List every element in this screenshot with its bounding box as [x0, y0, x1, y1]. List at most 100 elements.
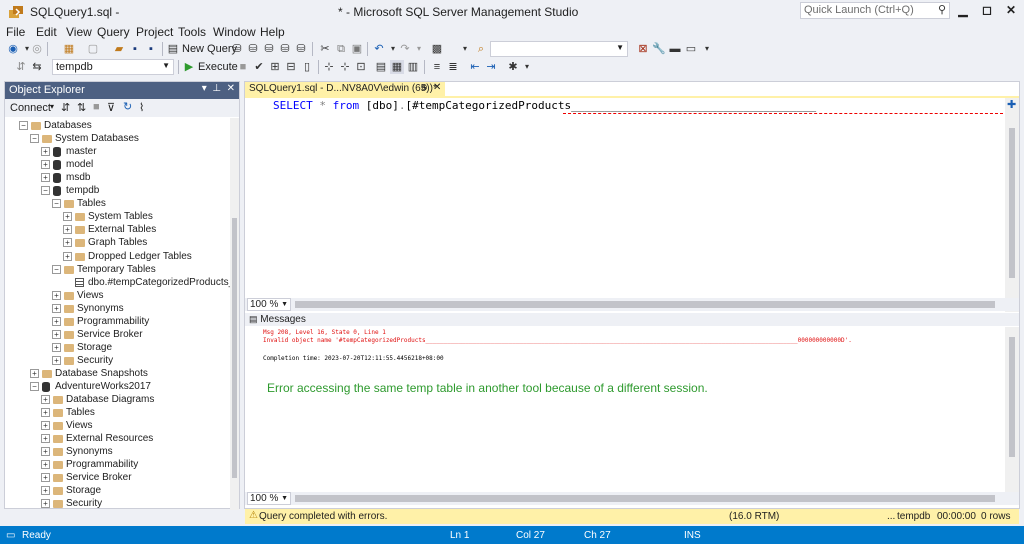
change-connection-icon[interactable]: ⇆	[30, 60, 44, 74]
expand-icon[interactable]: +	[41, 460, 50, 470]
execute-button[interactable]: Execute	[198, 61, 238, 73]
toolbox-icon[interactable]: ▬	[668, 42, 682, 56]
stop-icon[interactable]: ■	[93, 101, 100, 113]
expand-icon[interactable]: +	[63, 212, 72, 222]
collapse-icon[interactable]: −	[52, 199, 61, 209]
tree-item[interactable]: + Security	[5, 497, 231, 510]
expand-icon[interactable]: +	[41, 408, 50, 418]
minimize-button[interactable]: ▁	[952, 3, 974, 21]
stop-icon[interactable]: ■	[236, 60, 250, 74]
chevron-down-icon[interactable]: ▾	[50, 102, 54, 111]
menu-tools[interactable]: Tools	[178, 25, 206, 39]
collapse-icon[interactable]: −	[52, 264, 61, 274]
expand-icon[interactable]: +	[41, 447, 50, 457]
menu-view[interactable]: View	[66, 25, 92, 39]
chevron-down-icon[interactable]: ▾	[458, 42, 472, 56]
new-query-button[interactable]: New Query	[182, 43, 237, 55]
results-to-file-icon[interactable]: ▥	[406, 60, 420, 74]
properties-icon[interactable]: ⊠	[636, 42, 650, 56]
undo-icon[interactable]: ↶	[372, 42, 386, 56]
menu-project[interactable]: Project	[136, 25, 173, 39]
messages-zoom-select[interactable]: 100 % ▼	[247, 492, 291, 505]
copy-icon[interactable]: ⧉	[334, 42, 348, 56]
filter-icon[interactable]: ⊽	[107, 101, 115, 114]
tree-item[interactable]: + Synonyms	[5, 445, 231, 458]
tree-item[interactable]: dbo.#tempCategorizedProducts___	[5, 276, 231, 289]
forward-icon[interactable]: ◎	[30, 42, 44, 56]
dax-query-icon[interactable]: ⛁	[294, 42, 308, 56]
tree-item[interactable]: − Temporary Tables	[5, 263, 231, 276]
tree-item[interactable]: − AdventureWorks2017	[5, 380, 231, 393]
save-all-icon[interactable]: ▪	[144, 42, 158, 56]
wrench-icon[interactable]: 🔧	[652, 42, 666, 56]
messages-hscrollbar[interactable]	[295, 495, 995, 502]
tree-item[interactable]: − Tables	[5, 197, 231, 210]
query-designer-icon[interactable]: ⊟	[284, 60, 298, 74]
database-select[interactable]: tempdb ▼	[52, 59, 174, 75]
window-layout-icon[interactable]: ▩	[430, 42, 444, 56]
object-explorer-scrollbar[interactable]	[230, 118, 239, 510]
expand-icon[interactable]: +	[41, 434, 50, 444]
tree-item[interactable]: + Security	[5, 354, 231, 367]
dmx-query-icon[interactable]: ⛁	[262, 42, 276, 56]
menu-query[interactable]: Query	[97, 25, 130, 39]
back-icon[interactable]: ◉	[6, 42, 20, 56]
redo-dropdown-icon[interactable]: ▾	[412, 42, 426, 56]
uncomment-icon[interactable]: ≣	[446, 60, 460, 74]
chevron-down-icon[interactable]: ▾	[520, 60, 534, 74]
expand-icon[interactable]: +	[63, 225, 72, 235]
window-icon[interactable]: ▭	[684, 42, 698, 56]
panel-controls[interactable]: ▾ ⊥ ✕	[202, 83, 235, 94]
collapse-icon[interactable]: −	[19, 121, 28, 130]
tree-item[interactable]: + Graph Tables	[5, 236, 231, 249]
expand-icon[interactable]: +	[52, 290, 61, 300]
specify-values-icon[interactable]: ✱	[506, 60, 520, 74]
tree-item[interactable]: + Views	[5, 289, 231, 302]
expand-icon[interactable]: +	[41, 473, 50, 483]
tree-item[interactable]: + master	[5, 145, 231, 158]
split-icon[interactable]: ✚	[1007, 98, 1016, 111]
close-window-button[interactable]: ✕	[1000, 3, 1022, 21]
connect-icon[interactable]: ⇵	[14, 60, 28, 74]
tree-item[interactable]: + Dropped Ledger Tables	[5, 250, 231, 263]
expand-icon[interactable]: +	[52, 355, 61, 365]
tree-item[interactable]: + Programmability	[5, 315, 231, 328]
new-query-icon[interactable]: ▤	[166, 42, 180, 56]
execute-icon[interactable]: ▶	[182, 60, 196, 74]
pin-icon[interactable]: ⊕	[421, 83, 428, 92]
results-to-grid-icon[interactable]: ▦	[390, 60, 404, 74]
tree-item[interactable]: + Programmability	[5, 458, 231, 471]
tree-item[interactable]: + Database Diagrams	[5, 393, 231, 406]
actual-plan-icon[interactable]: ⊹	[322, 60, 336, 74]
tree-item[interactable]: + External Tables	[5, 223, 231, 236]
mdx-query-icon[interactable]: ⛁	[246, 42, 260, 56]
expand-icon[interactable]: +	[41, 395, 50, 405]
db-query-icon[interactable]: ⛁	[230, 42, 244, 56]
tree-item[interactable]: + Database Snapshots	[5, 367, 231, 380]
expand-icon[interactable]: +	[41, 173, 50, 183]
messages-scrollbar[interactable]	[1005, 327, 1019, 493]
decrease-indent-icon[interactable]: ⇤	[468, 60, 482, 74]
expand-icon[interactable]: +	[63, 238, 72, 248]
sql-code-line[interactable]: SELECT * from [dbo].[#tempCategorizedPro…	[273, 99, 816, 112]
client-stats-icon[interactable]: ⊡	[354, 60, 368, 74]
results-to-text-icon[interactable]: ▤	[374, 60, 388, 74]
expand-icon[interactable]: +	[30, 368, 39, 378]
menu-edit[interactable]: Edit	[36, 25, 57, 39]
maximize-button[interactable]: ◻	[976, 3, 998, 21]
expand-icon[interactable]: +	[41, 421, 50, 431]
menu-help[interactable]: Help	[260, 25, 285, 39]
collapse-icon[interactable]: −	[41, 186, 50, 196]
editor-scrollbar[interactable]: ✚	[1005, 98, 1019, 312]
connect-icon[interactable]: ⇵	[61, 101, 70, 114]
paste-icon[interactable]: ▣	[350, 42, 364, 56]
collapse-icon[interactable]: −	[30, 134, 39, 144]
editor-hscrollbar[interactable]	[295, 301, 995, 308]
messages-output[interactable]: Msg 208, Level 16, State 0, Line 1 Inval…	[245, 327, 1019, 493]
expand-icon[interactable]: +	[52, 316, 61, 326]
editor-zoom-select[interactable]: 100 % ▼	[247, 298, 291, 311]
cut-icon[interactable]: ✂	[318, 42, 332, 56]
find-icon[interactable]: ⌕	[474, 42, 488, 56]
tree-item[interactable]: + Service Broker	[5, 328, 231, 341]
parse-icon[interactable]: ✔	[252, 60, 266, 74]
